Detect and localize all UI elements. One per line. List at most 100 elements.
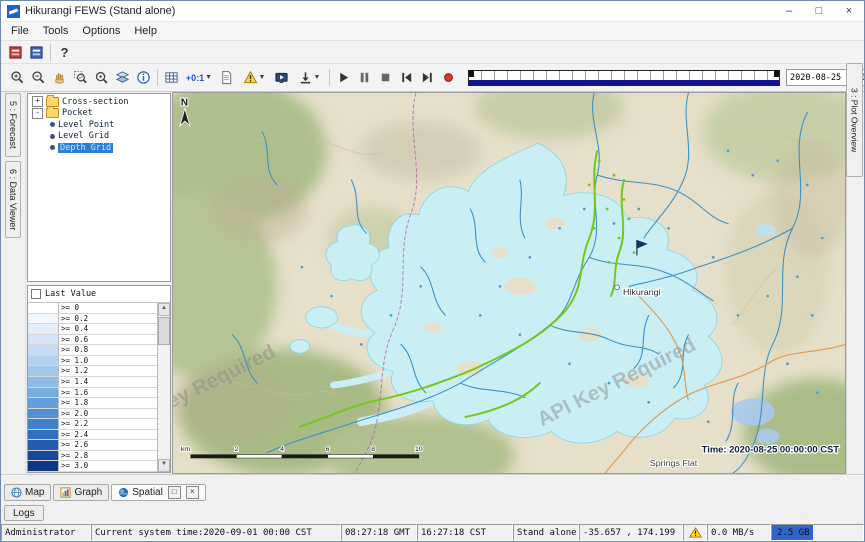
animation-display-button[interactable] bbox=[271, 67, 292, 88]
tab-map[interactable]: Map bbox=[4, 484, 51, 501]
tab-map-label: Map bbox=[25, 487, 44, 498]
legend-row: >= 2.0 bbox=[28, 409, 157, 420]
last-value-checkbox[interactable] bbox=[31, 289, 41, 299]
play-button[interactable] bbox=[333, 67, 354, 88]
menu-tools[interactable]: Tools bbox=[36, 24, 76, 38]
zoom-in-icon bbox=[10, 70, 25, 85]
layer-bullet-icon bbox=[50, 145, 55, 150]
report-button[interactable] bbox=[216, 67, 237, 88]
export-dropdown[interactable]: ▼ bbox=[292, 67, 326, 88]
maximize-button[interactable]: □ bbox=[804, 1, 834, 21]
tree-node-level-point[interactable]: Level Point bbox=[28, 119, 170, 131]
legend-swatch bbox=[28, 345, 59, 355]
scroll-down-icon[interactable]: ▼ bbox=[158, 459, 170, 472]
map-time-label: Time: 2020-08-25 00:00:00 CST bbox=[702, 445, 840, 455]
menu-options[interactable]: Options bbox=[75, 24, 127, 38]
panel-close-button[interactable]: × bbox=[186, 486, 199, 499]
tab-forecast[interactable]: 5 : Forecast bbox=[5, 93, 21, 157]
menu-file[interactable]: File bbox=[4, 24, 36, 38]
pan-button[interactable] bbox=[49, 67, 70, 88]
toolbar-separator bbox=[329, 69, 330, 86]
panel-restore-button[interactable]: □ bbox=[168, 486, 181, 499]
legend-row: >= 1.6 bbox=[28, 388, 157, 399]
chevron-down-icon: ▼ bbox=[259, 74, 266, 81]
logs-row: Logs bbox=[1, 502, 864, 524]
step-forward-button[interactable] bbox=[417, 67, 438, 88]
legend-scrollbar[interactable]: ▲ ▼ bbox=[157, 303, 170, 472]
menu-help[interactable]: Help bbox=[127, 24, 164, 38]
zoom-extent-button[interactable] bbox=[91, 67, 112, 88]
legend-row: >= 1.2 bbox=[28, 366, 157, 377]
legend-row: >= 1.4 bbox=[28, 377, 157, 388]
warning-icon bbox=[689, 527, 702, 538]
open-configuration-button[interactable] bbox=[26, 42, 47, 63]
minimize-button[interactable]: – bbox=[774, 1, 804, 21]
layer-tree: + Cross-section - Pocket Level Point Lev… bbox=[27, 93, 171, 282]
legend-label: >= 1.8 bbox=[59, 398, 157, 408]
stop-button[interactable] bbox=[375, 67, 396, 88]
town-marker bbox=[615, 285, 620, 290]
scroll-track[interactable] bbox=[158, 316, 170, 459]
tab-data-viewer[interactable]: 6 : Data Viewer bbox=[5, 161, 21, 238]
legend-row: >= 0.6 bbox=[28, 335, 157, 346]
title-bar: Hikurangi FEWS (Stand alone) – □ × bbox=[1, 1, 864, 22]
grid-display-button[interactable] bbox=[161, 67, 182, 88]
stop-icon bbox=[378, 70, 393, 85]
legend-swatch bbox=[28, 356, 59, 366]
legend-label: >= 1.6 bbox=[59, 388, 157, 398]
zoom-box-button[interactable] bbox=[70, 67, 91, 88]
tree-node-level-grid[interactable]: Level Grid bbox=[28, 131, 170, 143]
legend-label: >= 2.4 bbox=[59, 430, 157, 440]
timeline-end-marker[interactable] bbox=[774, 70, 779, 77]
chevron-down-icon: ▼ bbox=[205, 74, 212, 81]
tab-spatial[interactable]: Spatial □ × bbox=[111, 484, 206, 501]
status-gmt-time: 08:27:18 GMT bbox=[341, 524, 417, 541]
scale-tick-label: 4 bbox=[280, 446, 284, 453]
app-icon bbox=[7, 5, 20, 18]
legend-row: >= 2.4 bbox=[28, 430, 157, 441]
legend-swatch bbox=[28, 335, 59, 345]
layers-button[interactable] bbox=[112, 67, 133, 88]
scroll-up-icon[interactable]: ▲ bbox=[158, 303, 170, 316]
timeline-slider[interactable] bbox=[468, 70, 780, 86]
time-step-dropdown[interactable]: +0:1 ▼ bbox=[182, 67, 216, 88]
timeline-start-marker[interactable] bbox=[469, 70, 474, 77]
legend-swatch bbox=[28, 440, 59, 450]
tab-graph[interactable]: Graph bbox=[53, 484, 109, 501]
tree-node-depth-grid[interactable]: Depth Grid bbox=[28, 142, 170, 154]
tab-spatial-label: Spatial bbox=[132, 487, 163, 498]
tab-plot-overview[interactable]: 3 : Plot Overview bbox=[846, 63, 863, 177]
zoom-out-button[interactable] bbox=[28, 67, 49, 88]
record-icon bbox=[441, 70, 456, 85]
close-button[interactable]: × bbox=[834, 1, 864, 21]
expand-icon[interactable]: + bbox=[32, 96, 43, 107]
thresholds-dropdown[interactable]: ▼ bbox=[237, 67, 271, 88]
pause-button[interactable] bbox=[354, 67, 375, 88]
status-memory: 2.5 GB bbox=[771, 524, 864, 541]
download-icon bbox=[298, 70, 313, 85]
record-button[interactable] bbox=[438, 67, 459, 88]
open-database-button[interactable] bbox=[5, 42, 26, 63]
collapse-icon[interactable]: - bbox=[32, 108, 43, 119]
step-back-button[interactable] bbox=[396, 67, 417, 88]
legend-swatch bbox=[28, 409, 59, 419]
left-tab-strip: 5 : Forecast 6 : Data Viewer bbox=[1, 92, 26, 474]
zoom-box-icon bbox=[73, 70, 88, 85]
chart-icon bbox=[60, 487, 71, 498]
scale-unit-label: km bbox=[181, 446, 191, 453]
help-button[interactable]: ? bbox=[54, 42, 75, 63]
status-bar: Administrator Current system time:2020-0… bbox=[1, 524, 864, 541]
logs-button[interactable]: Logs bbox=[4, 505, 44, 521]
legend-row: >= 2.8 bbox=[28, 451, 157, 462]
tree-node-pocket[interactable]: - Pocket bbox=[28, 108, 170, 120]
scroll-thumb[interactable] bbox=[158, 317, 170, 345]
map-svg: Hikurangi API Key Required API Key Requi… bbox=[173, 93, 845, 473]
zoom-in-button[interactable] bbox=[7, 67, 28, 88]
skip-start-icon bbox=[399, 70, 414, 85]
info-button[interactable] bbox=[133, 67, 154, 88]
legend-row: >= 0.8 bbox=[28, 345, 157, 356]
status-warning[interactable] bbox=[683, 524, 707, 541]
legend-row: >= 1.0 bbox=[28, 356, 157, 367]
memory-usage-label: 2.5 GB bbox=[775, 528, 810, 538]
map-canvas[interactable]: Hikurangi API Key Required API Key Requi… bbox=[172, 92, 846, 474]
